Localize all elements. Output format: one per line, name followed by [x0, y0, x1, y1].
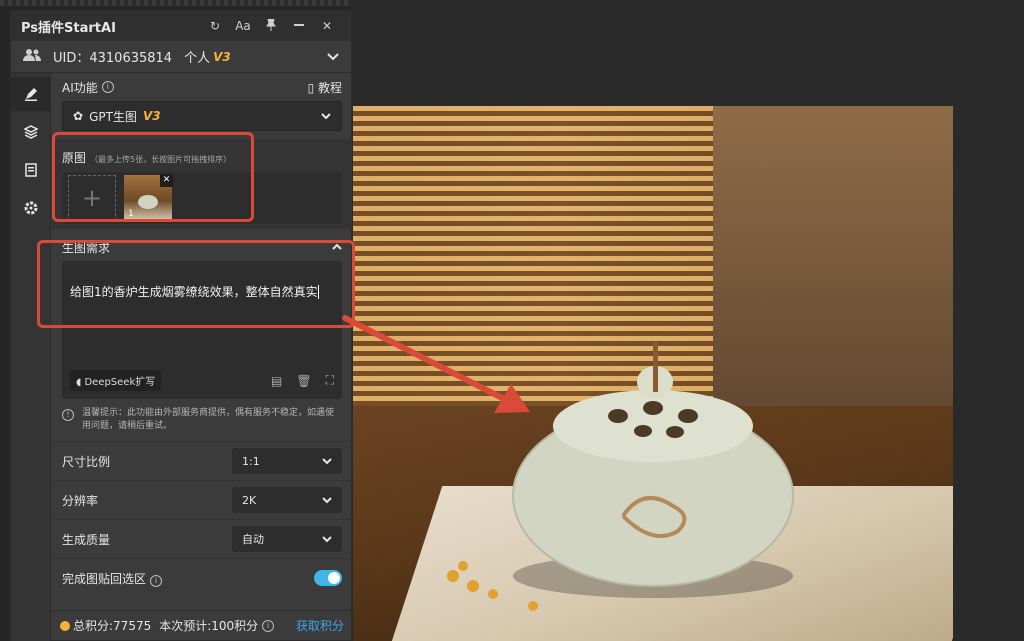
ratio-label: 尺寸比例: [62, 454, 111, 469]
annotation-box-prompt: [37, 240, 355, 328]
resolution-label: 分辨率: [62, 493, 99, 508]
get-points-link[interactable]: 获取积分: [296, 617, 344, 634]
resolution-value: 2K: [242, 493, 257, 507]
ratio-row: 尺寸比例 1:1: [52, 441, 352, 480]
user-bar[interactable]: UID：4310635814 个人 V3: [11, 41, 351, 73]
points-footer: 总积分:77575 本次预计:100积分 i 获取积分: [52, 610, 352, 640]
document-icon[interactable]: [11, 153, 51, 187]
resolution-row: 分辨率 2K: [52, 480, 352, 519]
paste-back-label-wrap: 完成图贴回选区 i: [62, 570, 314, 587]
chevron-down-icon: [322, 455, 332, 468]
chevron-down-icon: [322, 494, 332, 507]
panel-titlebar: Ps插件StartAI ↻ Aa ✕: [11, 11, 351, 41]
chevron-down-icon[interactable]: [327, 50, 339, 64]
expand-icon[interactable]: ⛶: [326, 373, 334, 388]
ai-feature-select[interactable]: ✿ GPT生图 V3: [62, 101, 342, 131]
total-points: 总积分:77575: [73, 619, 152, 633]
chevron-down-icon: [321, 110, 331, 123]
book-icon: ▯: [307, 80, 318, 95]
ratio-value: 1:1: [242, 454, 260, 468]
tutorial-label: 教程: [317, 80, 342, 95]
tip-text: 温馨提示：此功能由外部服务商提供，偶有服务不稳定，如遇使用问题，请稍后重试。: [82, 408, 335, 431]
layers-icon[interactable]: [11, 115, 51, 149]
document-image[interactable]: [353, 106, 953, 641]
quality-label: 生成质量: [62, 532, 111, 547]
trash-icon[interactable]: 🗑: [296, 374, 311, 388]
coin-icon: [60, 620, 70, 631]
deepseek-expand-button[interactable]: ◖ DeepSeek扩写: [70, 370, 162, 391]
pin-icon[interactable]: [257, 18, 285, 34]
quality-select[interactable]: 自动: [232, 526, 342, 552]
font-size-icon[interactable]: Aa: [229, 19, 257, 33]
resolution-select[interactable]: 2K: [232, 487, 342, 513]
users-icon: [23, 48, 43, 66]
ai-feature-label: AI功能: [62, 80, 98, 95]
refresh-icon[interactable]: ↻: [201, 19, 229, 33]
side-nav: [11, 73, 51, 641]
info-icon[interactable]: i: [101, 81, 114, 93]
gear-icon[interactable]: [11, 191, 51, 225]
quality-row: 生成质量 自动: [52, 519, 352, 558]
ai-feature-selected: GPT生图: [89, 109, 137, 124]
annotation-box-original: [52, 132, 254, 222]
paste-back-row: 完成图贴回选区 i: [52, 558, 352, 597]
ratio-select[interactable]: 1:1: [232, 448, 342, 474]
quality-value: 自动: [242, 533, 264, 546]
estimated-points: 本次预计:100积分: [159, 619, 259, 633]
tip-box: ! 温馨提示：此功能由外部服务商提供，偶有服务不稳定，如遇使用问题，请稍后重试。: [52, 399, 352, 441]
history-icon[interactable]: ▤: [271, 374, 282, 388]
info-icon[interactable]: i: [150, 574, 163, 587]
ai-feature-header: AI功能 i ▯ 教程: [52, 73, 352, 101]
info-icon[interactable]: i: [262, 619, 275, 632]
panel-title: Ps插件StartAI: [21, 20, 116, 36]
edit-icon[interactable]: [11, 77, 51, 111]
info-icon: !: [62, 409, 74, 421]
deepseek-label: DeepSeek扩写: [84, 377, 156, 388]
close-icon[interactable]: ✕: [313, 19, 341, 33]
toggle-knob: [328, 572, 340, 584]
chevron-down-icon: [322, 533, 332, 546]
ai-feature-version: V3: [142, 109, 161, 123]
tutorial-link[interactable]: ▯ 教程: [308, 79, 342, 96]
account-tier-version: V3: [213, 49, 231, 64]
uid-text: UID：4310635814: [53, 51, 173, 66]
textarea-toolbar: ◖ DeepSeek扩写 ▤ 🗑 ⛶: [70, 370, 334, 391]
paste-back-toggle[interactable]: [314, 570, 342, 586]
incense-burner-illustration: [447, 342, 794, 611]
paste-back-label: 完成图贴回选区: [62, 571, 147, 586]
openai-icon: ✿: [73, 109, 84, 123]
minimize-icon[interactable]: [285, 19, 313, 33]
account-tier: 个人: [184, 51, 211, 66]
